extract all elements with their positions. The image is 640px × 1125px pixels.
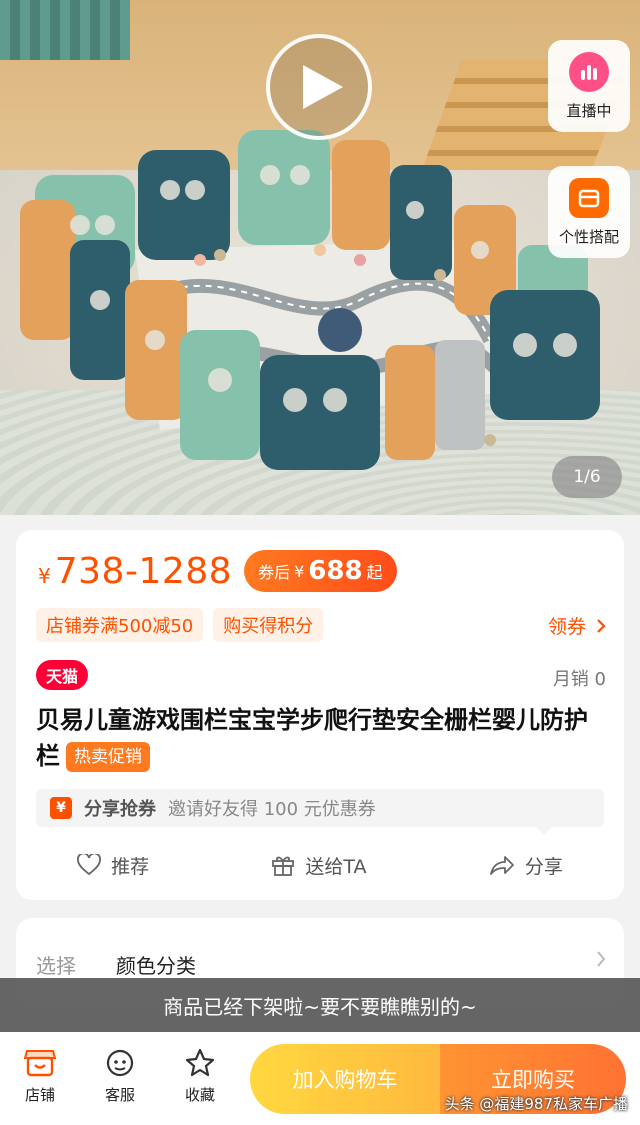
coupon-yen-icon: ¥	[50, 797, 72, 819]
select-label: 选择	[36, 954, 76, 978]
price-row: ¥ 738-1288 券后 ¥ 688 起	[38, 550, 397, 592]
live-stream-button[interactable]: 直播中	[548, 40, 630, 132]
store-nav-button[interactable]: 店铺	[10, 1048, 70, 1105]
store-label: 店铺	[24, 1086, 55, 1104]
monthly-sales: 月销 0	[552, 669, 606, 690]
share-coupon-text: 邀请好友得 100 元优惠券	[168, 799, 376, 820]
add-to-cart-button[interactable]: 加入购物车	[250, 1044, 440, 1114]
watermark-text: 头条 @福建987私家车广播	[444, 1095, 628, 1113]
customer-service-icon	[106, 1049, 134, 1077]
live-chart-icon	[569, 51, 609, 92]
live-stream-label: 直播中	[566, 101, 612, 120]
service-label: 客服	[104, 1086, 135, 1104]
after-coupon-prefix: 券后	[258, 563, 291, 582]
favorite-label: 收藏	[184, 1086, 215, 1104]
heart-icon	[77, 854, 102, 876]
store-icon	[24, 1050, 56, 1077]
after-coupon-suffix: 起	[366, 563, 383, 582]
style-box-icon	[569, 177, 609, 218]
hot-sale-badge: 热卖促销	[66, 742, 150, 772]
service-nav-button[interactable]: 客服	[90, 1048, 150, 1105]
after-coupon-price-badge: 券后 ¥ 688 起	[244, 550, 397, 592]
recommend-button[interactable]: 推荐	[77, 852, 149, 879]
chevron-right-icon	[597, 618, 606, 633]
background-curtain	[0, 0, 130, 60]
share-label: 分享	[524, 855, 563, 878]
favorite-nav-button[interactable]: 收藏	[170, 1048, 230, 1105]
recommend-label: 推荐	[111, 855, 150, 878]
image-counter: 1/6	[552, 456, 622, 498]
product-info-card: ¥ 738-1288 券后 ¥ 688 起 店铺券满500减50 购买得积分 领…	[16, 530, 624, 900]
chevron-right-icon	[597, 951, 606, 967]
play-video-button[interactable]	[266, 34, 372, 140]
after-coupon-value: 688	[308, 556, 363, 586]
promo-tag-store-coupon[interactable]: 店铺券满500减50	[36, 608, 204, 642]
tmall-badge: 天猫	[36, 660, 89, 690]
get-coupon-label: 领券	[547, 616, 586, 638]
promo-tags: 店铺券满500减50 购买得积分	[36, 608, 324, 642]
play-icon	[303, 65, 343, 109]
price-range: ¥ 738-1288	[38, 551, 232, 592]
gift-button[interactable]: 送给TA	[271, 852, 367, 879]
get-coupon-link[interactable]: 领券	[548, 612, 606, 639]
select-value: 颜色分类	[116, 954, 196, 978]
style-match-button[interactable]: 个性搭配	[548, 166, 630, 258]
share-coupon-label: 分享抢券	[84, 799, 156, 820]
delisted-toast: 商品已经下架啦~要不要瞧瞧别的~	[0, 978, 640, 1032]
playpen-illustration	[20, 130, 600, 470]
share-button[interactable]: 分享	[489, 852, 563, 879]
price-currency: ¥	[38, 563, 51, 588]
gift-label: 送给TA	[305, 855, 367, 878]
product-title: 贝易儿童游戏围栏宝宝学步爬行垫安全栅栏婴儿防护栏 热卖促销	[36, 702, 606, 774]
star-icon	[185, 1048, 215, 1077]
gift-icon	[272, 856, 295, 876]
after-coupon-currency: ¥	[294, 561, 305, 581]
share-arrow-icon	[489, 856, 514, 875]
product-image-carousel[interactable]: 直播中 个性搭配 1/6	[0, 0, 640, 515]
price-range-value: 738-1288	[54, 550, 233, 592]
action-row: 推荐 送给TA 分享	[16, 842, 624, 888]
promo-tag-points[interactable]: 购买得积分	[213, 608, 324, 642]
style-match-label: 个性搭配	[558, 227, 619, 246]
share-coupon-banner[interactable]: ¥ 分享抢券 邀请好友得 100 元优惠券	[36, 789, 604, 835]
